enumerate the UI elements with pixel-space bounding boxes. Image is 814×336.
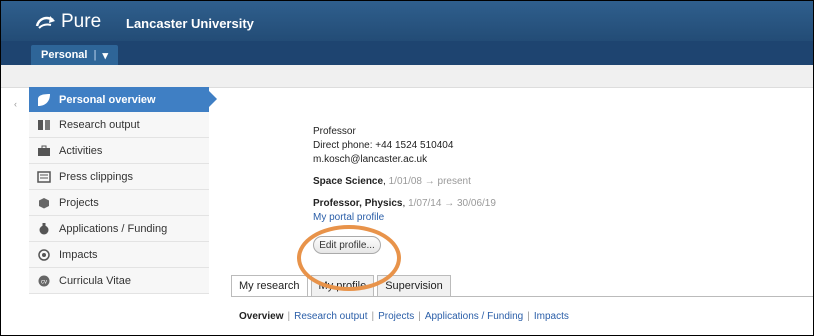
subnav-applications-funding[interactable]: Applications / Funding <box>425 311 523 322</box>
pure-logo-icon <box>35 16 55 29</box>
book-icon <box>37 118 51 132</box>
affiliation-dates: 1/01/08 → present <box>388 176 471 187</box>
tab-my-profile[interactable]: My profile <box>310 275 375 297</box>
university-name: Lancaster University <box>126 16 254 31</box>
subnav-separator: | <box>418 311 421 322</box>
sidebar-item-label: Impacts <box>59 248 98 261</box>
affiliation-dates: 1/07/14 → 30/06/19 <box>408 198 496 209</box>
tab-personal-label: Personal <box>41 49 88 61</box>
sidebar-item-label: Applications / Funding <box>59 222 168 235</box>
main-tab-bar: Personal | ▾ <box>1 41 813 65</box>
tab-personal[interactable]: Personal | ▾ <box>31 45 119 65</box>
content-tabs: My research My profile Supervision <box>231 275 454 297</box>
logo-text: Pure <box>61 11 102 32</box>
subnav-separator: | <box>287 311 291 322</box>
sidebar-item-applications-funding[interactable]: Applications / Funding <box>29 216 209 242</box>
portal-profile-link[interactable]: My portal profile <box>313 211 496 225</box>
sidebar-item-label: Activities <box>59 144 103 157</box>
sidebar-item-research-output[interactable]: Research output <box>29 112 209 138</box>
newspaper-icon <box>37 170 51 184</box>
tab-separator: | <box>93 49 97 61</box>
subnav-overview[interactable]: Overview <box>239 311 283 322</box>
sidebar-item-curricula-vitae[interactable]: cv Curricula Vitae <box>29 268 209 294</box>
subnav-separator: | <box>371 311 375 322</box>
main-content: Professor Direct phone: +44 1524 510404 … <box>211 87 813 335</box>
subnav-research-output[interactable]: Research output <box>294 311 367 322</box>
affiliation-physics: Professor, Physics, 1/07/14 → 30/06/19 <box>313 197 496 211</box>
pure-logo[interactable]: Pure <box>35 11 101 33</box>
sidebar-item-label: Personal overview <box>59 93 156 106</box>
sidebar-item-activities[interactable]: Activities <box>29 138 209 164</box>
sub-toolbar <box>1 65 813 88</box>
tab-my-research[interactable]: My research <box>231 275 308 297</box>
cv-icon: cv <box>37 274 51 288</box>
job-title: Professor <box>313 126 356 137</box>
email: m.kosch@lancaster.ac.uk <box>313 154 428 165</box>
edit-profile-button[interactable]: Edit profile... <box>313 236 381 254</box>
subnav-impacts[interactable]: Impacts <box>534 311 569 322</box>
svg-text:cv: cv <box>41 279 47 285</box>
sidebar-item-press-clippings[interactable]: Press clippings <box>29 164 209 190</box>
cube-icon <box>37 196 51 210</box>
money-bag-icon <box>37 222 51 236</box>
sidebar-item-label: Press clippings <box>59 170 133 183</box>
chevron-down-icon[interactable]: ▾ <box>103 49 109 62</box>
sidebar-item-label: Research output <box>59 118 140 131</box>
app-window: Pure Lancaster University Personal | ▾ ‹… <box>0 0 814 336</box>
leaf-icon <box>37 93 51 107</box>
affiliation-name: Space Science <box>313 176 384 187</box>
sidebar-item-label: Curricula Vitae <box>59 274 131 287</box>
collapse-sidebar-icon[interactable]: ‹ <box>14 99 17 109</box>
briefcase-icon <box>37 144 51 158</box>
affiliation-name: Professor, Physics <box>313 198 403 209</box>
direct-phone: Direct phone: +44 1524 510404 <box>313 140 454 151</box>
sidebar: Personal overview Research output Activi… <box>29 87 217 294</box>
profile-info: Professor Direct phone: +44 1524 510404 … <box>313 125 496 225</box>
subnav-separator: | <box>527 311 530 322</box>
subnav-projects[interactable]: Projects <box>378 311 414 322</box>
sidebar-item-projects[interactable]: Projects <box>29 190 209 216</box>
sidebar-item-impacts[interactable]: Impacts <box>29 242 209 268</box>
research-subnav: Overview | Research output | Projects | Applic… <box>239 311 569 322</box>
affiliation-space-science: Space Science, 1/01/08 → present <box>313 175 496 189</box>
tab-supervision[interactable]: Supervision <box>377 275 451 297</box>
sidebar-item-personal-overview[interactable]: Personal overview <box>29 87 217 112</box>
tab-divider <box>231 296 813 297</box>
top-bar: Pure Lancaster University <box>1 1 813 41</box>
sidebar-item-label: Projects <box>59 196 99 209</box>
target-icon <box>37 248 51 262</box>
